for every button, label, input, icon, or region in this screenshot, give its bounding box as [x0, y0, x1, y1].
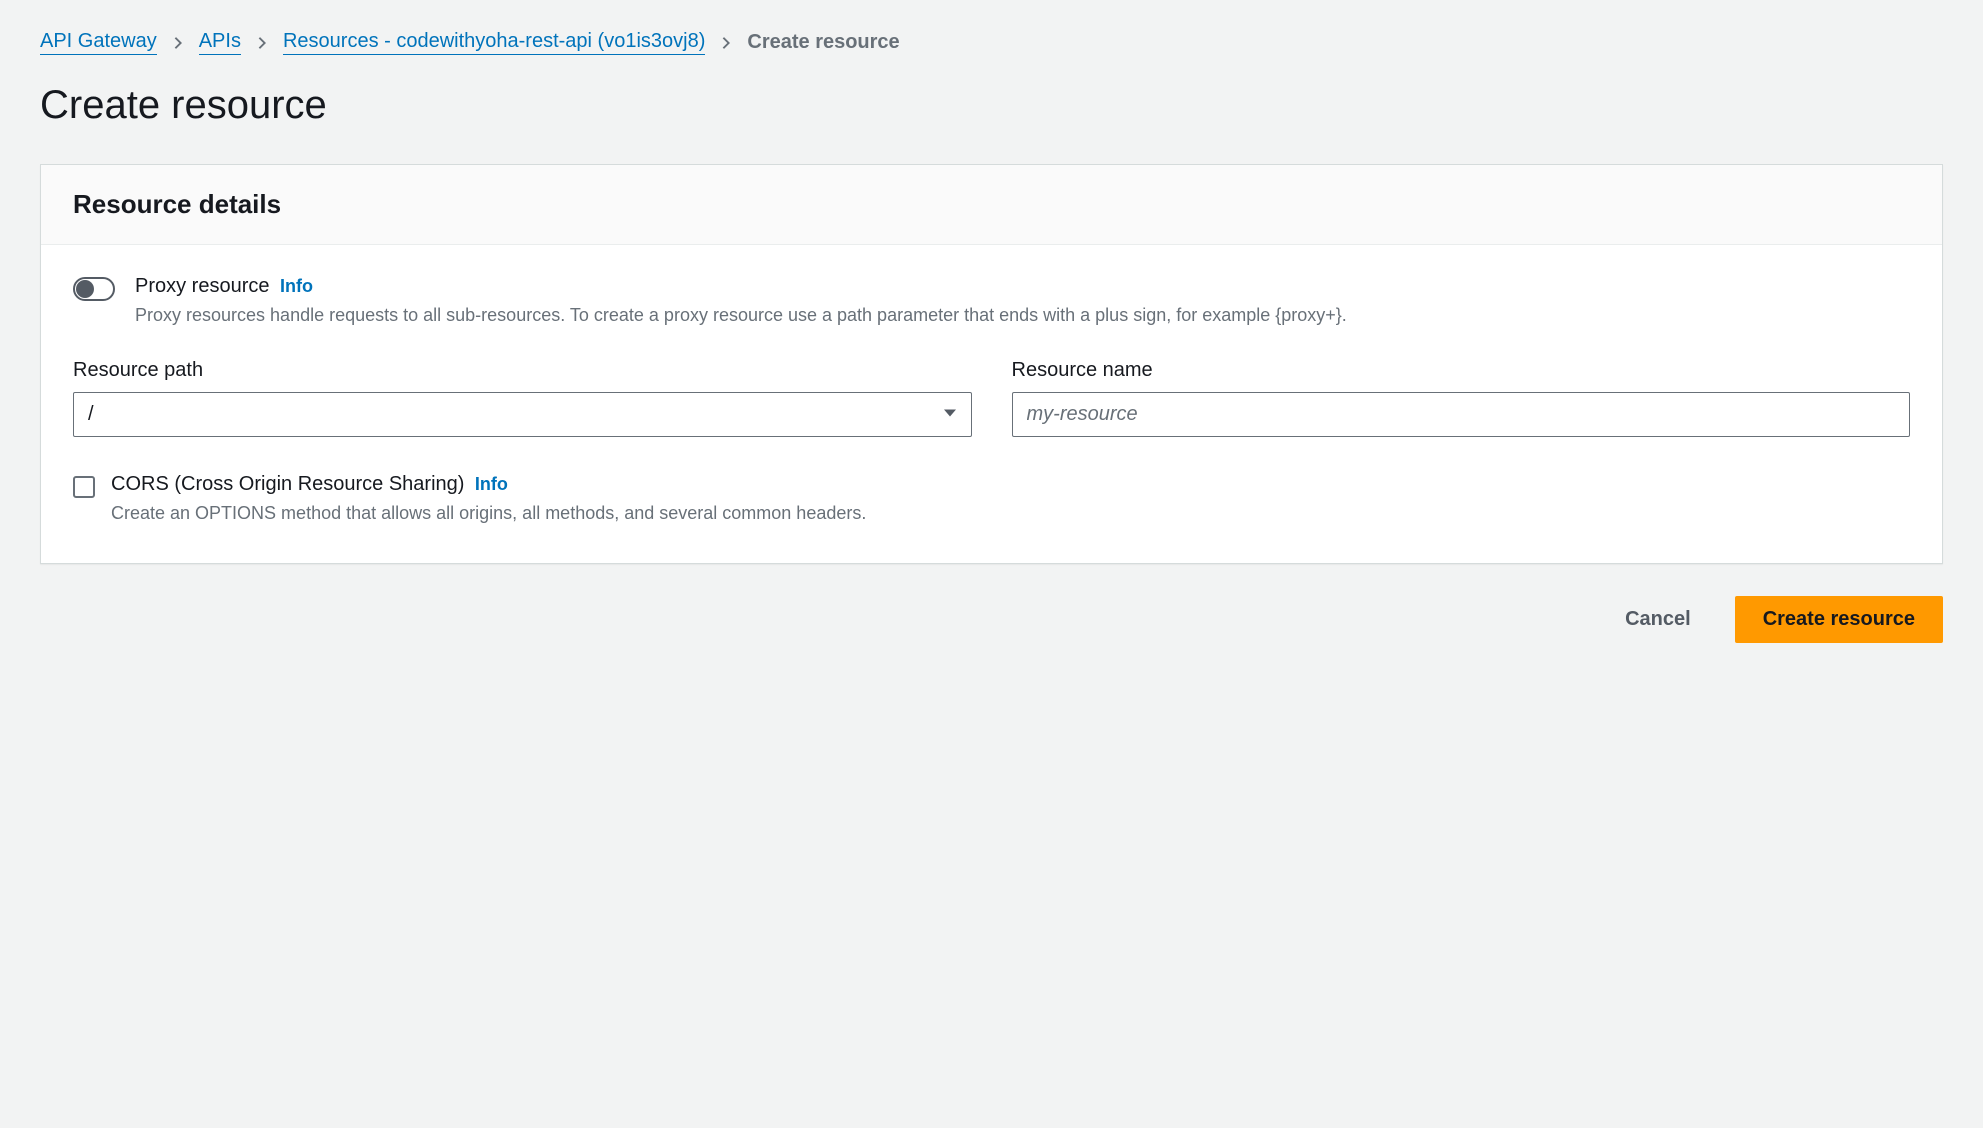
- resource-path-label: Resource path: [73, 359, 972, 382]
- breadcrumb-link-resources[interactable]: Resources - codewithyoha-rest-api (vo1is…: [283, 30, 705, 55]
- proxy-resource-toggle[interactable]: [73, 277, 115, 301]
- resource-name-label: Resource name: [1012, 359, 1911, 382]
- cors-checkbox[interactable]: [73, 476, 95, 498]
- chevron-right-icon: [255, 36, 269, 50]
- cors-info-link[interactable]: Info: [475, 474, 508, 494]
- chevron-right-icon: [719, 36, 733, 50]
- panel-header: Resource details: [41, 165, 1942, 245]
- chevron-right-icon: [171, 36, 185, 50]
- cors-desc: Create an OPTIONS method that allows all…: [111, 500, 1910, 527]
- breadcrumb: API Gateway APIs Resources - codewithyoh…: [40, 30, 1943, 55]
- breadcrumb-link-apis[interactable]: APIs: [199, 30, 241, 55]
- resource-path-select[interactable]: [73, 392, 972, 437]
- cancel-button[interactable]: Cancel: [1597, 596, 1719, 643]
- page-title: Create resource: [40, 83, 1943, 128]
- proxy-resource-desc: Proxy resources handle requests to all s…: [135, 302, 1910, 329]
- resource-details-panel: Resource details Proxy resource Info Pro…: [40, 164, 1943, 564]
- toggle-knob: [76, 280, 94, 298]
- breadcrumb-link-api-gateway[interactable]: API Gateway: [40, 30, 157, 55]
- proxy-resource-label: Proxy resource: [135, 275, 270, 297]
- panel-header-title: Resource details: [73, 189, 1910, 220]
- breadcrumb-current: Create resource: [747, 31, 899, 54]
- cors-label: CORS (Cross Origin Resource Sharing): [111, 473, 464, 495]
- create-resource-button[interactable]: Create resource: [1735, 596, 1943, 643]
- proxy-info-link[interactable]: Info: [280, 276, 313, 296]
- resource-name-input[interactable]: [1012, 392, 1911, 437]
- action-bar: Cancel Create resource: [40, 596, 1943, 643]
